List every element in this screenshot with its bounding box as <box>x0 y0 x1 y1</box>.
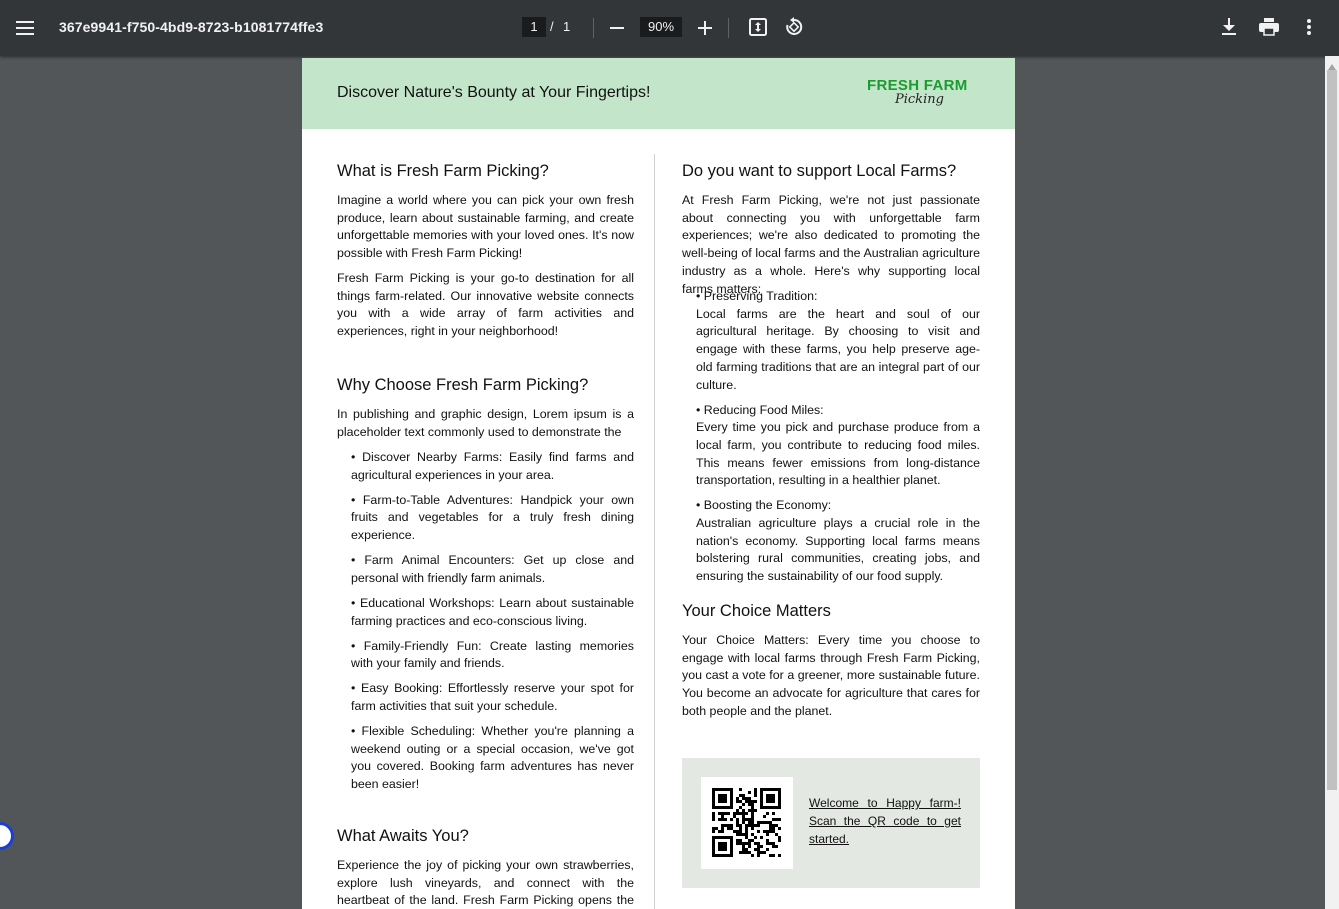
pdf-toolbar: 367e9941-f750-4bd9-8723-b1081774ffe3 / 1… <box>0 0 1339 56</box>
section-heading-what: What is Fresh Farm Picking? <box>337 162 549 180</box>
list-item: • Family-Friendly Fun: Create lasting me… <box>351 638 634 671</box>
page-number-input[interactable] <box>522 17 546 37</box>
list-item: • Preserving Tradition: Local farms are … <box>696 288 980 394</box>
paragraph-what-2: Fresh Farm Picking is your go-to destina… <box>337 271 634 339</box>
list-item: • Flexible Scheduling: Whether you're pl… <box>351 723 634 792</box>
column-divider <box>654 154 655 909</box>
menu-icon[interactable] <box>13 16 37 40</box>
more-vertical-icon[interactable] <box>1297 15 1321 39</box>
list-item: • Farm-to-Table Adventures: Handpick you… <box>351 492 634 543</box>
point-title: • Reducing Food Miles: <box>696 402 824 417</box>
list-item: • Farm Animal Encounters: Get up close a… <box>351 553 634 585</box>
page-separator: / <box>550 19 554 34</box>
feature-list: • Discover Nearby Farms: Easily find far… <box>351 449 634 801</box>
header-banner: Discover Nature's Bounty at Your Fingert… <box>302 58 1015 129</box>
toolbar-divider <box>593 18 594 38</box>
point-title: • Boosting the Economy: <box>696 498 832 513</box>
point-body: Australian agriculture plays a crucial r… <box>696 516 980 584</box>
pdf-page: Discover Nature's Bounty at Your Fingert… <box>302 58 1015 909</box>
logo-script-text: Picking <box>895 92 944 107</box>
qr-code[interactable] <box>701 777 793 869</box>
download-icon[interactable] <box>1217 15 1241 39</box>
fresh-farm-logo: FRESH FARM Picking <box>857 75 987 115</box>
list-item: • Educational Workshops: Learn about sus… <box>351 595 634 628</box>
point-title: • Preserving Tradition: <box>696 289 818 303</box>
paragraph-what-1: Imagine a world where you can pick your … <box>337 193 634 261</box>
zoom-level-input[interactable]: 90% <box>640 17 682 37</box>
list-item: • Reducing Food Miles: Every time you pi… <box>696 402 980 491</box>
scroll-up-arrow-icon[interactable] <box>1327 58 1337 70</box>
minus-icon[interactable] <box>605 16 629 40</box>
banner-tagline: Discover Nature's Bounty at Your Fingert… <box>337 84 651 101</box>
list-item: • Easy Booking: Effortlessly reserve you… <box>351 681 634 713</box>
paragraph-awaits: Experience the joy of picking your own s… <box>337 858 634 908</box>
qr-caption-link[interactable]: Welcome to Happy farm-! Scan the QR code… <box>809 794 961 848</box>
scrollbar-thumb[interactable] <box>1327 70 1337 790</box>
paragraph-why-intro: In publishing and graphic design, Lorem … <box>337 407 634 439</box>
section-heading-support: Do you want to support Local Farms? <box>682 162 957 180</box>
print-icon[interactable] <box>1257 15 1281 39</box>
section-heading-awaits: What Awaits You? <box>337 827 469 845</box>
section-heading-choice: Your Choice Matters <box>682 602 831 620</box>
point-body: Local farms are the heart and soul of ou… <box>696 306 980 392</box>
paragraph-choice: Your Choice Matters: Every time you choo… <box>682 633 980 718</box>
paragraph-support-intro: At Fresh Farm Picking, we're not just pa… <box>682 193 980 296</box>
document-title: 367e9941-f750-4bd9-8723-b1081774ffe3 <box>59 19 324 35</box>
rotate-icon[interactable] <box>782 15 806 39</box>
toolbar-divider <box>728 18 729 38</box>
list-item: • Discover Nearby Farms: Easily find far… <box>351 450 634 482</box>
plus-icon[interactable] <box>693 16 717 40</box>
point-body: Every time you pick and purchase produce… <box>696 420 980 488</box>
section-heading-why: Why Choose Fresh Farm Picking? <box>337 376 589 394</box>
list-item: • Boosting the Economy: Australian agric… <box>696 497 980 586</box>
qr-panel: Welcome to Happy farm-! Scan the QR code… <box>682 758 980 888</box>
support-points-list: • Preserving Tradition: Local farms are … <box>696 288 980 593</box>
page-total: 1 <box>563 19 571 34</box>
accessibility-button[interactable] <box>0 822 14 850</box>
fit-to-page-icon[interactable] <box>746 15 770 39</box>
